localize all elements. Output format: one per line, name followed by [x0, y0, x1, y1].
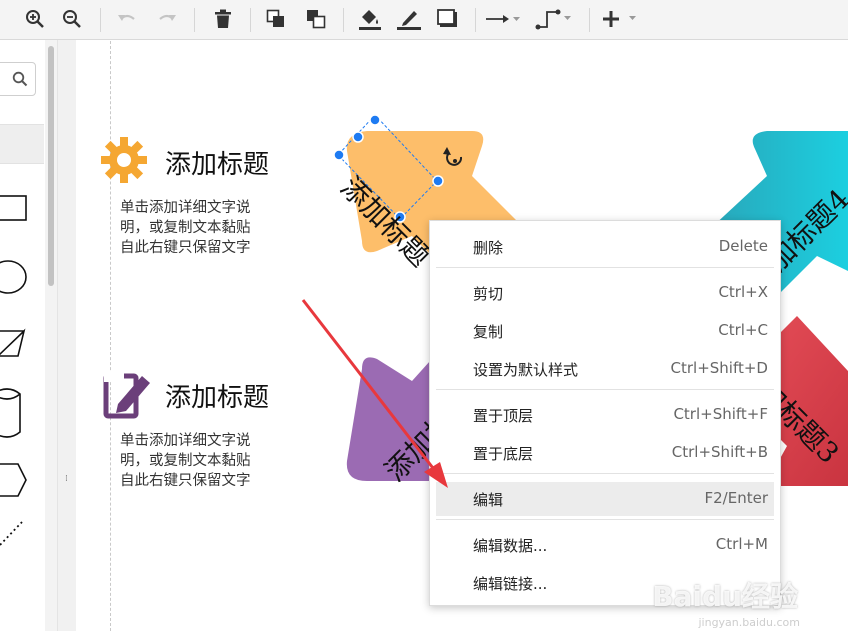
shadow-button[interactable]: [434, 6, 462, 32]
menu-item-bring-to-front[interactable]: 置于顶层 Ctrl+Shift+F: [436, 398, 774, 430]
menu-item-label: 复制: [473, 323, 504, 341]
desc-line: 单击添加详细文字说: [120, 200, 251, 216]
shape-library-panel: [0, 40, 62, 631]
zoom-out-icon: [63, 10, 81, 28]
zoom-in-icon: [26, 10, 44, 28]
item-title[interactable]: 添加标题: [165, 377, 269, 414]
menu-item-label: 编辑数据...: [473, 537, 548, 555]
trash-icon: [215, 9, 231, 28]
menu-item-label: 编辑: [473, 491, 504, 509]
desc-line: 自此右键只保留文字: [120, 473, 251, 489]
desc-line: 明，或复制文本黏贴: [120, 453, 251, 469]
delete-button[interactable]: [209, 6, 237, 32]
desc-line: 单击添加详细文字说: [120, 433, 251, 449]
connector-arrow-button[interactable]: [484, 6, 524, 32]
context-menu: 删除 Delete 剪切 Ctrl+X 复制 Ctrl+C 设置为默认样式 Ct…: [429, 220, 781, 606]
send-to-back-button[interactable]: [302, 6, 330, 32]
menu-item-shortcut: Ctrl+Shift+B: [671, 443, 768, 461]
toolbar-divider: [589, 8, 590, 32]
parallelogram-shape[interactable]: [0, 328, 26, 357]
watermark-logo: Baidu经验: [652, 580, 798, 613]
desc-line: 自此右键只保留文字: [120, 240, 251, 256]
shadow-icon: [437, 9, 457, 27]
elbow-connector-icon: [535, 9, 571, 30]
zoom-out-button[interactable]: [58, 6, 86, 32]
toolbar-divider: [194, 8, 195, 32]
desc-line: 明，或复制文本黏贴: [120, 220, 251, 236]
hexagon-shape[interactable]: [0, 463, 27, 497]
menu-item-edit[interactable]: 编辑 F2/Enter: [436, 482, 774, 516]
shape-list: [0, 195, 27, 546]
arrow-right-icon: [486, 15, 520, 23]
menu-item-cut[interactable]: 剪切 Ctrl+X: [436, 276, 774, 308]
toolbar: [0, 0, 848, 40]
menu-item-shortcut: Ctrl+C: [718, 321, 768, 339]
ellipse-shape[interactable]: [0, 260, 27, 294]
menu-item-delete[interactable]: 删除 Delete: [436, 230, 774, 262]
menu-item-label: 设置为默认样式: [473, 361, 579, 379]
menu-separator: [436, 473, 774, 474]
redo-icon: [159, 14, 176, 21]
toolbar-divider: [475, 8, 476, 32]
to-back-icon: [307, 10, 326, 29]
pen-icon: [397, 11, 421, 30]
item-description[interactable]: 单击添加详细文字说 明，或复制文本黏贴 自此右键只保留文字: [120, 198, 290, 258]
undo-button[interactable]: [113, 6, 141, 32]
paint-bucket-icon: [359, 10, 381, 30]
menu-item-copy[interactable]: 复制 Ctrl+C: [436, 314, 774, 346]
item-description[interactable]: 单击添加详细文字说 明，或复制文本黏贴 自此右键只保留文字: [120, 431, 290, 491]
menu-item-shortcut: F2/Enter: [704, 489, 769, 507]
menu-separator: [436, 267, 774, 268]
dashed-line-shape[interactable]: [0, 521, 23, 546]
edit-icon: [103, 372, 150, 419]
menu-item-label: 置于顶层: [473, 407, 534, 425]
resize-grip-icon: ⁞: [65, 474, 69, 484]
cylinder-shape[interactable]: [0, 388, 21, 438]
gear-icon: [101, 137, 147, 183]
watermark-url: jingyan.baidu.com: [698, 616, 800, 629]
fill-color-button[interactable]: [356, 6, 384, 32]
app-window: ⁞ 添加标题 添加标 加标题4 加标题3 添加标题 单击添加详细文字说 明，或复…: [0, 0, 848, 631]
rectangle-shape[interactable]: [0, 195, 27, 221]
menu-item-label: 剪切: [473, 285, 504, 303]
line-color-button[interactable]: [395, 6, 423, 32]
redo-button[interactable]: [153, 6, 181, 32]
menu-item-set-default-style[interactable]: 设置为默认样式 Ctrl+Shift+D: [436, 352, 774, 384]
toolbar-divider: [100, 8, 101, 32]
menu-item-label: 编辑链接...: [473, 575, 548, 593]
menu-item-send-to-back[interactable]: 置于底层 Ctrl+Shift+B: [436, 436, 774, 468]
menu-item-edit-data[interactable]: 编辑数据... Ctrl+M: [436, 528, 774, 560]
to-front-icon: [266, 9, 284, 27]
menu-item-label: 删除: [473, 239, 504, 257]
plus-icon: [603, 11, 636, 27]
menu-item-shortcut: Delete: [718, 237, 768, 255]
bring-to-front-button[interactable]: [262, 6, 290, 32]
toolbar-divider: [250, 8, 251, 32]
zoom-in-button[interactable]: [21, 6, 49, 32]
shape-panel-scrollbar[interactable]: [45, 40, 57, 631]
connector-style-button[interactable]: [535, 6, 577, 32]
menu-item-shortcut: Ctrl+Shift+F: [673, 405, 768, 423]
menu-separator: [436, 519, 774, 520]
menu-item-shortcut: Ctrl+X: [718, 283, 768, 301]
insert-button[interactable]: [600, 6, 644, 32]
item-title[interactable]: 添加标题: [165, 144, 269, 181]
shape-panel-scroll-thumb[interactable]: [48, 46, 54, 286]
toolbar-divider: [343, 8, 344, 32]
undo-icon: [118, 14, 135, 21]
menu-item-shortcut: Ctrl+M: [715, 535, 768, 553]
panel-resize-gutter[interactable]: ⁞: [57, 40, 76, 631]
menu-item-shortcut: Ctrl+Shift+D: [670, 359, 768, 377]
menu-separator: [436, 389, 774, 390]
menu-item-label: 置于底层: [473, 445, 534, 463]
